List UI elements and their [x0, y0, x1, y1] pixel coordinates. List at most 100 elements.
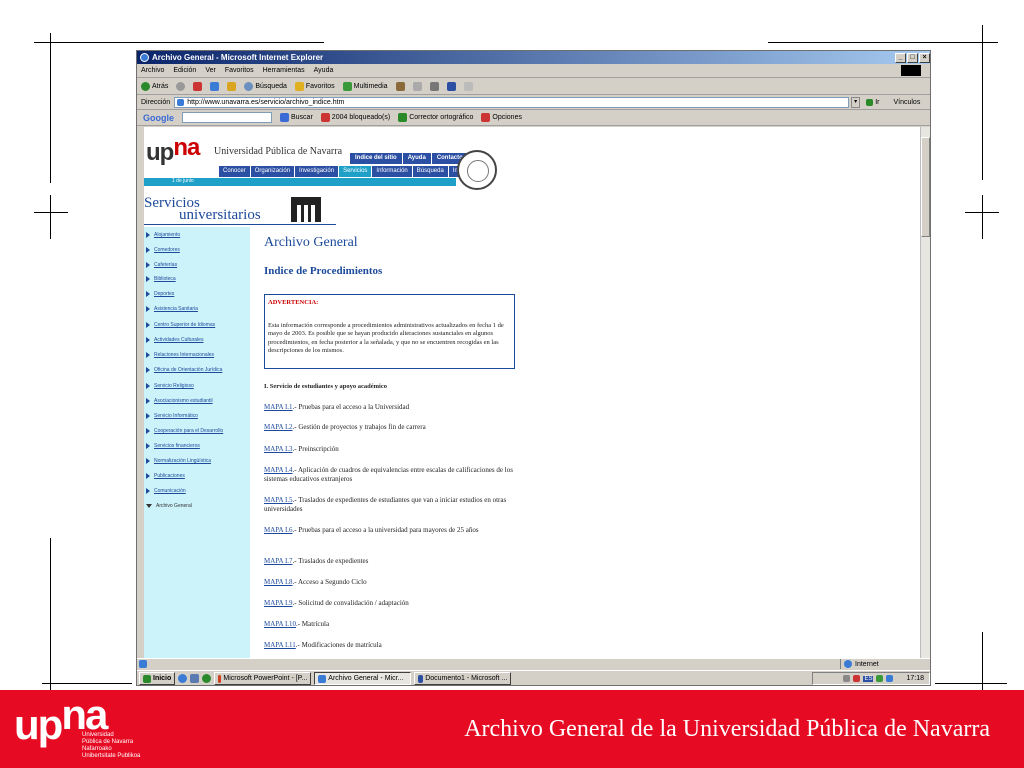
- star-icon: [294, 81, 304, 91]
- nav-busqueda[interactable]: Búsqueda: [413, 166, 449, 177]
- google-options-button[interactable]: Opciones: [481, 113, 522, 122]
- refresh-button[interactable]: [210, 81, 220, 91]
- home-button[interactable]: [227, 81, 237, 91]
- google-search-input[interactable]: [182, 112, 272, 123]
- options-label: Opciones: [492, 114, 522, 121]
- sidebar-item-cooperacion[interactable]: Cooperación para el Desarrollo: [146, 428, 223, 434]
- task-label: Microsoft PowerPoint - [P...: [223, 675, 308, 682]
- tray-icon[interactable]: [843, 675, 851, 682]
- address-dropdown[interactable]: ▾: [851, 96, 861, 108]
- media-quicklaunch-icon[interactable]: [202, 674, 212, 683]
- sidebar-item-asistencia[interactable]: Asistencia Sanitaria: [146, 306, 198, 312]
- mapa-link[interactable]: MAPA I.4: [264, 466, 293, 474]
- mapa-link[interactable]: MAPA I.10: [264, 620, 296, 628]
- sidebar-item-cafeterias[interactable]: Cafeterías: [146, 262, 177, 268]
- top-nav-indice[interactable]: Indice del sitio: [350, 153, 403, 164]
- mapa-link[interactable]: MAPA I.7: [264, 557, 293, 565]
- links-label[interactable]: Vínculos: [893, 99, 920, 106]
- vertical-scrollbar[interactable]: [920, 127, 930, 658]
- sidebar-item-linguistica[interactable]: Normalización Lingüística: [146, 458, 211, 464]
- nav-organizacion[interactable]: Organización: [251, 166, 296, 177]
- search-button[interactable]: Búsqueda: [244, 81, 287, 91]
- mapa-link[interactable]: MAPA I.2: [264, 423, 293, 431]
- edit-button[interactable]: [446, 81, 456, 91]
- mapa-text: .- Traslados de expedientes: [292, 557, 369, 565]
- discuss-button[interactable]: [463, 81, 473, 91]
- task-archivo[interactable]: Archivo General - Micr...: [314, 672, 412, 685]
- sidebar-item-alojamiento[interactable]: Alojamiento: [146, 232, 180, 238]
- menu-herramientas[interactable]: Herramientas: [263, 67, 305, 74]
- google-logo[interactable]: Google: [143, 113, 174, 123]
- language-indicator[interactable]: ES: [863, 675, 874, 682]
- multimedia-button[interactable]: Multimedia: [342, 81, 388, 91]
- top-nav-ayuda[interactable]: Ayuda: [403, 153, 432, 164]
- upna-logo[interactable]: upna: [146, 136, 200, 166]
- nav-investigacion[interactable]: Investigación: [295, 166, 340, 177]
- sidebar-item-biblioteca[interactable]: Biblioteca: [146, 276, 176, 282]
- logo-up-text: up: [146, 139, 174, 166]
- mapa-link[interactable]: MAPA I.6: [264, 526, 293, 534]
- sidebar-item-comedores[interactable]: Comedores: [146, 247, 180, 253]
- sidebar-item-asociacionismo[interactable]: Asociacionismo estudiantil: [146, 398, 213, 404]
- menu-edicion[interactable]: Edición: [173, 67, 196, 74]
- go-button[interactable]: Ir: [866, 98, 879, 106]
- menu-ver[interactable]: Ver: [205, 67, 216, 74]
- mapa-link[interactable]: MAPA I.3: [264, 445, 293, 453]
- mapa-link[interactable]: MAPA I.9: [264, 599, 293, 607]
- bullet-arrow-icon: [146, 232, 150, 238]
- tray-icon[interactable]: [853, 675, 861, 682]
- nav-informacion[interactable]: Información: [372, 166, 413, 177]
- tray-icon[interactable]: [876, 675, 884, 682]
- sidebar-item-juridica[interactable]: Oficina de Orientación Jurídica: [146, 367, 222, 373]
- services-underline: [144, 224, 336, 225]
- sidebar-item-informatico[interactable]: Servicio Informático: [146, 413, 198, 419]
- tray-icon[interactable]: [886, 675, 894, 682]
- sidebar-item-deportes[interactable]: Deportes: [146, 291, 174, 297]
- favorites-button[interactable]: Favoritos: [294, 81, 335, 91]
- menu-ayuda[interactable]: Ayuda: [314, 67, 334, 74]
- task-powerpoint[interactable]: Microsoft PowerPoint - [P...: [214, 672, 312, 685]
- history-button[interactable]: [395, 81, 405, 91]
- sidebar-item-publicaciones[interactable]: Publicaciones: [146, 473, 185, 479]
- sidebar-item-culturales[interactable]: Actividades Culturales: [146, 337, 203, 343]
- sidebar-item-internacionales[interactable]: Relaciones Internacionales: [146, 352, 214, 358]
- menu-archivo[interactable]: Archivo: [141, 67, 164, 74]
- expanded-arrow-icon: [146, 504, 152, 508]
- nav-conocer[interactable]: Conocer: [219, 166, 251, 177]
- list-item: MAPA I.1.- Pruebas para el acceso a la U…: [264, 403, 514, 412]
- sidebar-item-religioso[interactable]: Servicio Religioso: [146, 383, 194, 389]
- task-word[interactable]: Documento1 - Microsoft ...: [414, 672, 512, 685]
- mail-button[interactable]: [412, 81, 422, 91]
- top-nav: Indice del sitio Ayuda Contacto: [350, 153, 469, 164]
- ie-quicklaunch-icon[interactable]: [178, 674, 188, 683]
- services-title-line2: universitarios: [179, 207, 261, 223]
- menu-favoritos[interactable]: Favoritos: [225, 67, 254, 74]
- footer-sub-line: Universidad: [82, 732, 114, 738]
- sidebar-item-financieros[interactable]: Servicios financieros: [146, 443, 200, 449]
- print-button[interactable]: [429, 81, 439, 91]
- bullet-arrow-icon: [146, 322, 150, 328]
- back-button[interactable]: Atrás: [141, 81, 168, 91]
- maximize-button[interactable]: □: [907, 52, 918, 63]
- sidebar-item-comunicacion[interactable]: Comunicación: [146, 488, 186, 494]
- mapa-link[interactable]: MAPA I.8: [264, 578, 293, 586]
- spellcheck-button[interactable]: Corrector ortográfico: [398, 113, 473, 122]
- page-status-icon: [139, 660, 147, 668]
- mapa-link[interactable]: MAPA I.5: [264, 496, 293, 504]
- scrollbar-thumb[interactable]: [921, 137, 930, 237]
- sidebar-item-archivo[interactable]: Archivo General: [146, 503, 192, 509]
- desktop-quicklaunch-icon[interactable]: [190, 674, 200, 683]
- close-button[interactable]: ×: [919, 52, 930, 63]
- nav-servicios[interactable]: Servicios: [339, 166, 373, 177]
- popup-blocker[interactable]: 2004 bloqueado(s): [320, 113, 390, 122]
- mapa-link[interactable]: MAPA I.1: [264, 403, 293, 411]
- url-field[interactable]: http://www.unavarra.es/servicio/archivo_…: [174, 96, 850, 108]
- stop-button[interactable]: [193, 81, 203, 91]
- forward-button[interactable]: [176, 81, 186, 91]
- ie-icon: [140, 53, 149, 62]
- google-search-button[interactable]: Buscar: [280, 113, 313, 122]
- minimize-button[interactable]: _: [895, 52, 906, 63]
- mapa-link[interactable]: MAPA I.11: [264, 641, 296, 649]
- sidebar-item-idiomas[interactable]: Centro Superior de Idiomas: [146, 322, 215, 328]
- start-button[interactable]: Inicio: [139, 672, 176, 685]
